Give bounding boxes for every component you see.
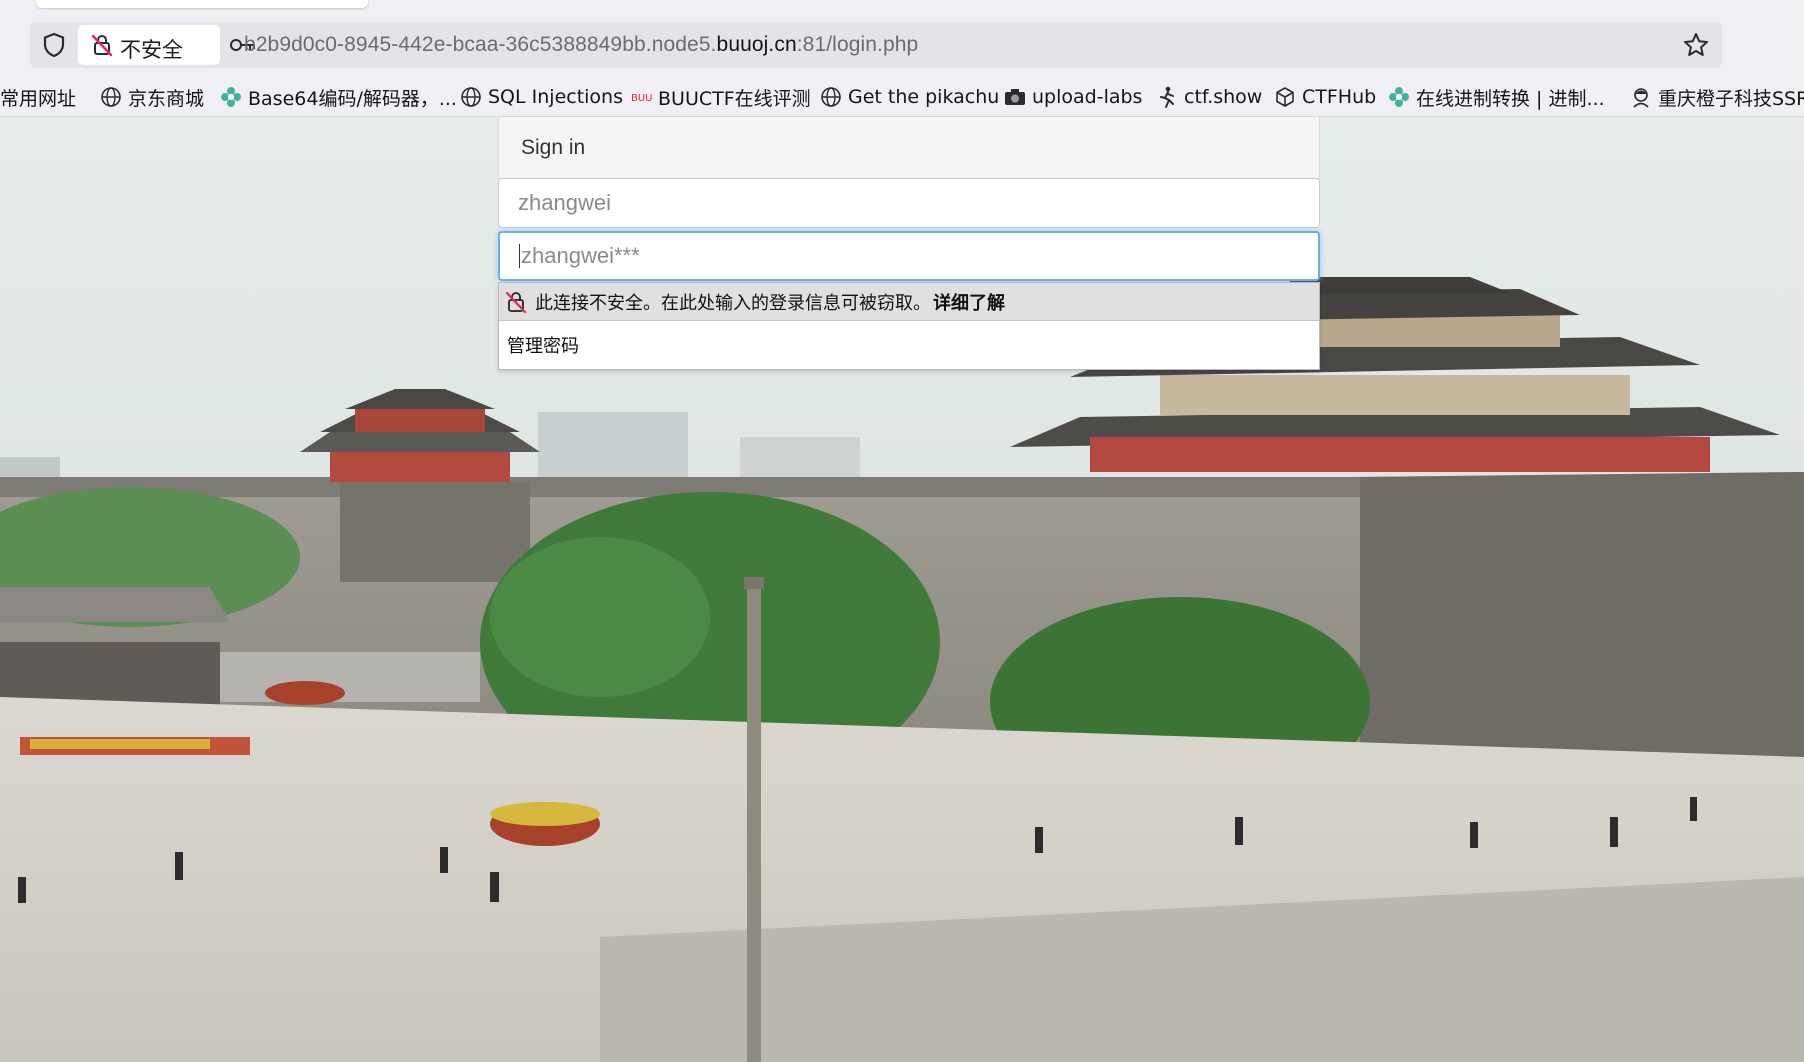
bookmark-item[interactable]: Base64编码/解码器，... <box>220 82 457 112</box>
bookmark-label: upload-labs <box>1032 86 1143 108</box>
bookmark-label: Get the pikachu <box>848 86 1000 108</box>
bookmark-label: SQL Injections <box>488 86 623 108</box>
bookmark-item[interactable]: CTFHub <box>1274 82 1376 112</box>
login-form: Sign in zhangwei zhangwei*** <box>498 117 1320 281</box>
bookmark-item[interactable]: 在线进制转换 | 进制... <box>1388 82 1605 112</box>
browser-window: 不安全 b2b9d0c0-8945-442e-bcaa-36c5388849bb… <box>0 0 1804 1062</box>
insecure-lock-icon <box>505 291 527 313</box>
password-value: zhangwei*** <box>521 243 640 268</box>
flower-icon <box>1388 86 1410 108</box>
globe-icon <box>100 86 122 108</box>
bookmark-star-icon[interactable] <box>1682 31 1710 59</box>
url-prefix: b2b9d0c0-8945-442e-bcaa-36c5388849bb.nod… <box>244 33 717 56</box>
username-value: zhangwei <box>518 190 611 215</box>
cube-icon <box>1274 86 1296 108</box>
insecure-lock-icon <box>90 33 114 57</box>
url-domain: buuoj.cn <box>716 33 797 56</box>
bookmark-item[interactable]: SQL Injections <box>460 82 623 112</box>
text-caret <box>519 244 520 268</box>
svg-text:BUU: BUU <box>631 93 652 104</box>
bookmark-label: 常用网址 <box>0 87 77 110</box>
bookmark-item[interactable]: 重庆橙子科技SSRF <box>1630 82 1804 112</box>
site-security-button[interactable]: 不安全 <box>78 25 220 65</box>
bookmark-folder[interactable]: 常用网址 <box>0 82 76 112</box>
username-input[interactable]: zhangwei <box>498 178 1320 228</box>
active-tab[interactable] <box>36 0 368 8</box>
manage-passwords-item[interactable]: 管理密码 <box>499 321 1319 369</box>
bookmark-label: 京东商城 <box>128 87 205 110</box>
autofill-popup: 此连接不安全。在此处输入的登录信息可被窃取。 详细了解 管理密码 <box>498 282 1320 370</box>
bookmark-item[interactable]: BUU BUUCTF在线评测 <box>630 82 811 112</box>
signin-heading: Sign in <box>498 117 1320 179</box>
globe-icon <box>820 86 842 108</box>
bookmark-item[interactable]: ctf.show <box>1156 82 1262 112</box>
password-input[interactable]: zhangwei*** <box>498 231 1320 281</box>
buuctf-icon: BUU <box>630 86 652 108</box>
warning-text: 此连接不安全。在此处输入的登录信息可被窃取。 <box>535 292 931 314</box>
bookmarks-bar: 常用网址 京东商城 Base64编码/解码器，... SQL Injection… <box>0 78 1804 116</box>
bookmark-label: Base64编码/解码器，... <box>248 87 457 110</box>
insecure-login-warning[interactable]: 此连接不安全。在此处输入的登录信息可被窃取。 详细了解 <box>499 283 1319 321</box>
address-bar[interactable]: 不安全 b2b9d0c0-8945-442e-bcaa-36c5388849bb… <box>30 22 1722 68</box>
url-suffix: :81/login.php <box>796 33 919 56</box>
bookmark-label: BUUCTF在线评测 <box>658 87 811 110</box>
page-content: Sign in zhangwei zhangwei*** 此连接不安全。在此处输… <box>0 117 1804 1062</box>
security-label: 不安全 <box>120 38 183 62</box>
bookmark-label: ctf.show <box>1184 86 1263 108</box>
shield-icon[interactable] <box>40 31 68 59</box>
bookmark-label: 重庆橙子科技SSRF <box>1658 87 1804 110</box>
bookmark-item[interactable]: Get the pikachu <box>820 82 999 112</box>
runner-icon <box>1156 86 1178 108</box>
flower-icon <box>220 86 242 108</box>
bookmark-label: CTFHub <box>1302 86 1377 108</box>
bookmark-item[interactable]: 京东商城 <box>100 82 204 112</box>
camera-icon <box>1004 86 1026 108</box>
learn-more-link[interactable]: 详细了解 <box>933 289 1005 315</box>
tab-strip <box>0 0 1804 14</box>
avatar-icon <box>1630 86 1652 108</box>
bookmark-item[interactable]: upload-labs <box>1004 82 1142 112</box>
url-text[interactable]: b2b9d0c0-8945-442e-bcaa-36c5388849bb.nod… <box>244 33 918 57</box>
globe-icon <box>460 86 482 108</box>
bookmark-label: 在线进制转换 | 进制... <box>1416 87 1605 110</box>
